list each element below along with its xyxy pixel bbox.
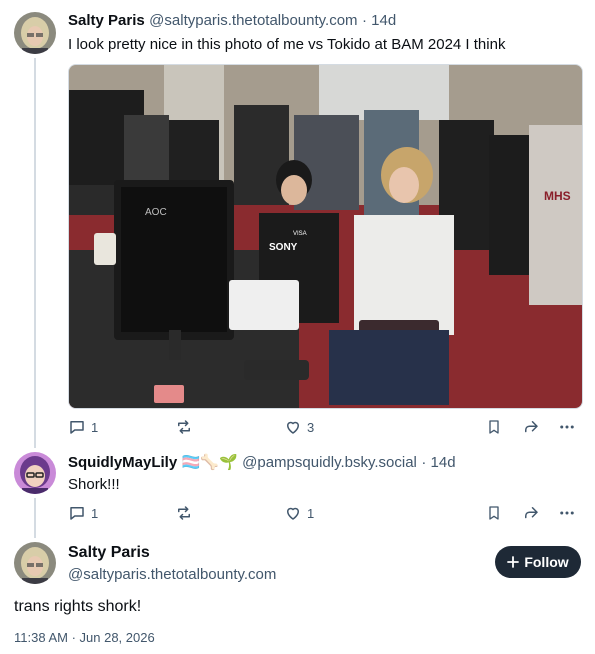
- post-header: SquidlyMayLily 🏳️‍⚧️🦴🌱 @pampsquidly.bsky…: [68, 453, 456, 472]
- post-text: trans rights shork!: [14, 598, 142, 615]
- like-count: 1: [307, 505, 315, 521]
- author-handle[interactable]: @pampsquidly.bsky.social: [242, 454, 417, 471]
- repost-button[interactable]: [175, 417, 193, 437]
- shirt-text: MHS: [544, 189, 571, 203]
- reply-button[interactable]: 1: [68, 503, 98, 523]
- avatar[interactable]: [14, 452, 56, 494]
- repost-icon: [178, 420, 190, 434]
- share-button[interactable]: [522, 417, 540, 437]
- reply-icon: [70, 507, 84, 520]
- post-time[interactable]: · 14d: [362, 12, 396, 29]
- share-icon: [525, 421, 538, 433]
- post-image[interactable]: AOC SONY VISA MHS: [68, 64, 583, 409]
- follow-button[interactable]: Follow: [495, 546, 581, 578]
- author-handle[interactable]: @saltyparis.thetotalbounty.com: [68, 566, 276, 583]
- like-icon: [287, 507, 299, 520]
- post-text: I look pretty nice in this photo of me v…: [68, 36, 506, 53]
- avatar[interactable]: [14, 12, 56, 54]
- monitor-brand: AOC: [145, 207, 167, 218]
- thread-line: [34, 498, 36, 538]
- bookmark-icon: [489, 420, 499, 434]
- bookmark-button[interactable]: [486, 417, 502, 437]
- like-count: 3: [307, 419, 315, 435]
- author-handle[interactable]: @saltyparis.thetotalbounty.com: [149, 12, 357, 29]
- avatar[interactable]: [14, 542, 56, 584]
- more-button[interactable]: [558, 417, 576, 437]
- more-icon: [560, 511, 574, 515]
- thread-line: [34, 58, 36, 448]
- more-icon: [560, 425, 574, 429]
- follow-label: Follow: [524, 554, 569, 570]
- tournament-photo: AOC SONY VISA MHS: [69, 65, 582, 408]
- post-time[interactable]: · 14d: [421, 454, 455, 471]
- post-timestamp[interactable]: 11:38 AM · Jun 28, 2026: [14, 630, 155, 645]
- reply-button[interactable]: 1: [68, 417, 98, 437]
- like-button[interactable]: 3: [284, 417, 314, 437]
- repost-button[interactable]: [175, 503, 193, 523]
- reply-count: 1: [91, 505, 99, 521]
- reply-count: 1: [91, 419, 99, 435]
- reply-icon: [70, 421, 84, 434]
- more-button[interactable]: [558, 503, 576, 523]
- post-actions: 1 1: [68, 503, 581, 527]
- author-name[interactable]: SquidlyMayLily: [68, 454, 177, 471]
- like-button[interactable]: 1: [284, 503, 314, 523]
- name-emojis: 🏳️‍⚧️🦴🌱: [181, 453, 238, 471]
- like-icon: [287, 421, 299, 434]
- bookmark-icon: [489, 506, 499, 520]
- author-name[interactable]: Salty Paris: [68, 12, 145, 29]
- post-actions: 1 3: [68, 417, 581, 441]
- plus-icon: [507, 556, 520, 568]
- share-icon: [525, 507, 538, 519]
- share-button[interactable]: [522, 503, 540, 523]
- repost-icon: [178, 506, 190, 520]
- bookmark-button[interactable]: [486, 503, 502, 523]
- author-name[interactable]: Salty Paris: [68, 544, 150, 562]
- post-text: Shork!!!: [68, 476, 120, 493]
- jersey-sponsor: SONY: [269, 242, 298, 253]
- jersey-sponsor-small: VISA: [293, 231, 307, 237]
- post-header: Salty Paris @saltyparis.thetotalbounty.c…: [68, 12, 396, 30]
